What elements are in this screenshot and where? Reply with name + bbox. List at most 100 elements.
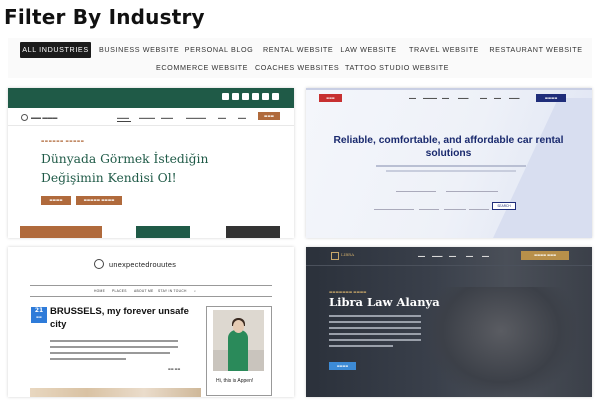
author-photo [213, 310, 264, 371]
hero-kicker: ▬▬▬▬▬▬▬ ▬▬▬▬ [329, 290, 367, 294]
filter-travel-website[interactable]: TRAVEL WEBSITE [408, 42, 480, 58]
search-icon: ⌕ [194, 289, 197, 293]
social-icon [262, 93, 269, 100]
hero-kicker: ▬▬▬▬▬▬ ▬▬▬▬▬ [41, 139, 85, 143]
nav-item: ▬▬▬▬ [423, 96, 437, 100]
filter-tattoo-studio-website[interactable]: TATTOO STUDIO WEBSITE [345, 60, 449, 76]
read-more-link: ▬▬ ▬▬ [168, 367, 181, 371]
nav-item: ▬▬▬▬ [139, 115, 155, 120]
rental-cta-button: ▬▬▬▬ [536, 94, 566, 102]
pickup-date-field [374, 202, 414, 210]
dropoff-location-field [446, 185, 498, 192]
excerpt-line [50, 346, 178, 348]
law-logo-icon [331, 252, 339, 260]
dropoff-time-field [469, 202, 489, 210]
template-card-law[interactable]: LIBRA ▬▬ ▬▬▬ ▬▬ ▬▬ ▬▬ ▬▬▬▬ ▬▬▬ ▬▬▬▬▬▬▬ ▬… [306, 247, 592, 397]
rental-hero-title: Reliable, comfortable, and affordable ca… [333, 135, 564, 159]
social-icon [252, 93, 259, 100]
filter-coaches-websites[interactable]: COACHES WEBSITES [255, 60, 339, 76]
nav-home: HOME [94, 289, 106, 293]
social-icon [222, 93, 229, 100]
template-card-business[interactable]: ▬▬ ▬▬▬ ▬▬▬ ▬▬▬▬ ▬▬▬ ▬▬▬▬▬ ▬▬ ▬▬ ▬▬▬ ▬▬▬▬… [8, 88, 294, 238]
blog-nav: HOME PLACES ABOUT ME STAY IN TOUCH ⌕ [30, 285, 272, 297]
photo-head [233, 320, 244, 333]
nav-item: ▬▬▬▬▬ [186, 115, 206, 120]
filter-business-website[interactable]: BUSINESS WEBSITE [99, 42, 179, 58]
preview-block [226, 226, 280, 238]
nav-item: ▬▬ [409, 96, 416, 100]
nav-item: ▬▬ [480, 96, 487, 100]
page-title: Filter By Industry [4, 5, 205, 29]
hero-text-line [329, 333, 421, 335]
divider [8, 125, 294, 126]
template-card-rental[interactable]: ▬▬▬ ▬▬ ▬▬▬▬ ▬▬ ▬▬▬ ▬▬ ▬▬ ▬▬▬ ▬▬▬▬ Reliab… [306, 88, 592, 238]
filter-all-industries[interactable]: ALL INDUSTRIES [20, 42, 91, 58]
hero-subtitle-line [386, 170, 516, 172]
filter-personal-blog[interactable]: PERSONAL BLOG [184, 42, 254, 58]
hero-figure [426, 287, 576, 397]
divider [306, 88, 592, 90]
divider [306, 265, 592, 266]
template-card-blog[interactable]: unexpectedrouutes HOME PLACES ABOUT ME S… [8, 247, 294, 397]
nav-item: ▬▬▬ [117, 115, 129, 120]
nav-item: ▬▬ [449, 254, 456, 258]
hero-text-line [329, 315, 421, 317]
hero-primary-button: ▬▬▬▬ [41, 196, 71, 205]
social-icon [242, 93, 249, 100]
hero-subtitle-line [376, 165, 526, 167]
blog-brand: unexpectedrouutes [109, 260, 177, 269]
post-date-badge: 21 ▬▬ [31, 307, 47, 323]
hero-secondary-button: ▬▬▬▬▬ ▬▬▬▬ [76, 196, 122, 205]
preview-block [136, 226, 190, 238]
hero-text-line [329, 345, 393, 347]
photo-person [228, 330, 248, 371]
law-logo: LIBRA [341, 252, 355, 257]
nav-item: ▬▬ [218, 115, 226, 120]
filter-law-website[interactable]: LAW WEBSITE [340, 42, 397, 58]
excerpt-line [50, 358, 126, 360]
nav-item: ▬▬▬ [432, 254, 443, 258]
nav-item: ▬▬ [418, 254, 425, 258]
nav-item: ▬▬▬ [509, 96, 520, 100]
background-shape [483, 98, 592, 238]
nav-item: ▬▬ [442, 96, 449, 100]
pickup-location-field [396, 185, 436, 192]
nav-active-underline [117, 121, 131, 122]
excerpt-line [50, 352, 170, 354]
rental-search-button: SEARCH [492, 202, 516, 210]
filter-rental-website[interactable]: RENTAL WEBSITE [263, 42, 333, 58]
business-hero-title: Dünyada Görmek İstediğin Değişimin Kendi… [41, 152, 209, 185]
filter-ecommerce-website[interactable]: ECOMMERCE WEBSITE [156, 60, 247, 76]
nav-item: ▬▬▬ [161, 115, 173, 120]
business-logo: ▬▬ ▬▬▬ [21, 114, 57, 121]
rental-logo: ▬▬▬ [319, 94, 342, 102]
hero-text-line [329, 327, 421, 329]
nav-places: PLACES [112, 289, 127, 293]
page: Filter By Industry ALL INDUSTRIES BUSINE… [0, 0, 600, 400]
nav-about-me: ABOUT ME [134, 289, 154, 293]
law-hero-title: Libra Law Alanya [329, 295, 440, 309]
nav-item: ▬▬ [238, 115, 246, 120]
nav-item: ▬▬▬ [458, 96, 469, 100]
nav-stay-in-touch: STAY IN TOUCH [158, 289, 187, 293]
nav-item: ▬▬ [494, 96, 501, 100]
hero-text-line [329, 339, 421, 341]
blog-logo-icon [94, 259, 104, 269]
nav-item: ▬▬ [482, 254, 489, 258]
nav-item: ▬▬ [466, 254, 473, 258]
law-hero-button: ▬▬▬▬ [329, 362, 356, 370]
pickup-time-field [419, 202, 439, 210]
preview-block [20, 226, 102, 238]
blog-post-title: BRUSSELS, my forever unsafe city [50, 306, 189, 330]
hero-text-line [329, 321, 421, 323]
social-icon [272, 93, 279, 100]
filter-restaurant-website[interactable]: RESTAURANT WEBSITE [488, 42, 584, 58]
sidebar-greeting: Hi, this is Appen! [216, 378, 254, 384]
post-date-day: 21 [34, 307, 44, 314]
industry-filter-bar: ALL INDUSTRIES BUSINESS WEBSITE PERSONAL… [8, 38, 592, 78]
law-cta-button: ▬▬▬▬ ▬▬▬ [521, 251, 569, 260]
image-strip [30, 388, 201, 397]
business-topbar [8, 88, 294, 108]
logo-mark-icon [21, 114, 28, 121]
business-cta-button: ▬▬▬ [258, 112, 280, 120]
